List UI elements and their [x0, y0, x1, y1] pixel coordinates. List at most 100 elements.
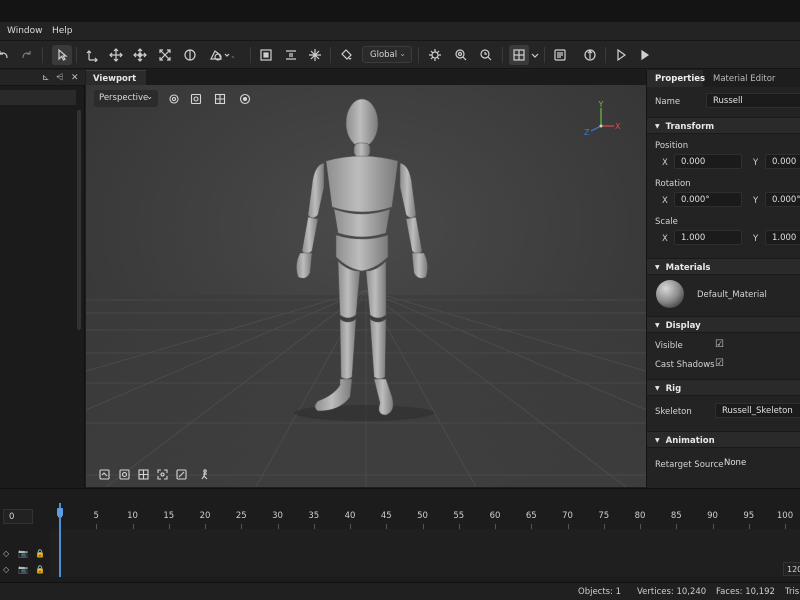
retarget-source-field[interactable]: None [718, 456, 800, 471]
timeline-tick-label: 35 [308, 511, 320, 521]
timeline-tick-label: 70 [562, 511, 573, 521]
move-icon[interactable] [106, 45, 126, 65]
menubar: Window Help [0, 22, 800, 41]
notes-icon[interactable] [550, 45, 570, 65]
name-field[interactable]: Russell [706, 93, 800, 108]
snap-grid-icon[interactable] [305, 45, 325, 65]
scale-label: Scale [655, 217, 678, 227]
collapse-arrow-icon: ▼ [655, 322, 660, 329]
pivot-move-icon[interactable] [82, 45, 102, 65]
viewport-bottom-camera-icon[interactable] [117, 467, 131, 481]
play-outline-icon[interactable] [611, 45, 631, 65]
sort-icon[interactable]: ⊾ [42, 73, 50, 83]
outliner-search-input[interactable] [0, 90, 76, 105]
camera-frame-icon[interactable] [188, 91, 204, 107]
move-alt-icon[interactable] [130, 45, 150, 65]
distribute-icon[interactable] [281, 45, 301, 65]
shape-dropdown-icon[interactable] [207, 45, 237, 65]
playhead-handle[interactable] [57, 508, 63, 516]
scale-y-field[interactable]: 1.000 [765, 230, 800, 245]
material-name[interactable]: Default_Material [697, 290, 767, 300]
tab-viewport[interactable]: Viewport [86, 70, 146, 85]
outliner-scrollbar[interactable] [77, 110, 81, 330]
rotation-x-field[interactable]: 0.000° [674, 192, 742, 207]
timeline-tick-label: 10 [127, 511, 138, 521]
tab-properties[interactable]: Properties [647, 70, 705, 87]
snap-refresh-icon[interactable] [476, 45, 496, 65]
rotation-y-axis-label: Y [753, 196, 759, 206]
undo-icon[interactable] [0, 45, 14, 65]
scale-x-field[interactable]: 1.000 [674, 230, 742, 245]
transform-space-value: Global [370, 50, 398, 60]
name-label: Name [655, 97, 681, 107]
layout-dropdown-icon[interactable] [530, 45, 540, 65]
redo-icon[interactable] [16, 45, 36, 65]
section-transform[interactable]: ▼ Transform [647, 117, 800, 134]
rotation-y-field[interactable]: 0.000° [765, 192, 800, 207]
visible-checkbox[interactable]: ☑ [715, 339, 724, 350]
rig-title: Rig [665, 384, 682, 394]
section-materials[interactable]: ▼ Materials [647, 258, 800, 275]
camera-icon[interactable]: 📷 [18, 565, 28, 574]
snap-target-icon[interactable] [451, 45, 471, 65]
render-region-icon[interactable] [256, 45, 276, 65]
position-label: Position [655, 141, 689, 151]
viewport-bottom-layout-icon[interactable] [97, 467, 111, 481]
scale-x-axis-label: X [662, 234, 668, 244]
rotate-icon[interactable] [180, 45, 200, 65]
viewport-bottom-fit-icon[interactable] [155, 467, 169, 481]
tris-count: Tris: [785, 587, 800, 597]
layout-icon[interactable] [509, 45, 529, 65]
section-animation[interactable]: ▼ Animation [647, 431, 800, 448]
menu-help[interactable]: Help [52, 26, 73, 36]
filter-icon[interactable]: ⩤ [56, 73, 63, 83]
position-x-axis-label: X [662, 158, 668, 168]
title-strip [0, 0, 800, 22]
viewport-tab-bar: Viewport [86, 70, 646, 85]
select-cursor-icon[interactable] [52, 45, 72, 65]
keyframe-icon[interactable]: ◇ [3, 565, 9, 574]
cast-shadows-checkbox[interactable]: ☑ [715, 358, 724, 369]
tab-material-editor[interactable]: Material Editor [705, 70, 795, 87]
paint-bucket-icon[interactable] [336, 45, 356, 65]
play-icon[interactable] [635, 45, 655, 65]
section-rig[interactable]: ▼ Rig [647, 379, 800, 396]
position-y-axis-label: Y [753, 158, 759, 168]
camera-mode-select[interactable]: Perspective ⌄ [94, 90, 158, 107]
grid-toggle-icon[interactable] [212, 91, 228, 107]
scale-icon[interactable] [155, 45, 175, 65]
position-x-field[interactable]: 0.000 [674, 154, 742, 169]
track-row: ◇ 📷 🔒 [0, 546, 50, 562]
3d-viewport[interactable]: Perspective ⌄ Y X Z [86, 85, 646, 487]
menu-window[interactable]: Window [7, 26, 43, 36]
position-y-field[interactable]: 0.000 [765, 154, 800, 169]
view-settings-icon[interactable] [166, 91, 182, 107]
keyframe-icon[interactable]: ◇ [3, 549, 9, 558]
snap-settings-icon[interactable] [425, 45, 445, 65]
lighting-icon[interactable] [237, 91, 253, 107]
scale-y-axis-label: Y [753, 234, 759, 244]
animation-title: Animation [665, 436, 715, 446]
properties-tab-bar: Properties Material Editor [647, 70, 800, 87]
timeline-ruler[interactable]: 0510152025303540455055606570758085909510… [50, 503, 800, 529]
viewport-bottom-grid-icon[interactable] [136, 467, 150, 481]
timeline-tick-label: 90 [707, 511, 718, 521]
viewport-bottom-pose-icon[interactable] [197, 467, 211, 481]
section-display[interactable]: ▼ Display [647, 316, 800, 333]
timeline-track-area[interactable] [50, 529, 800, 577]
compass-icon[interactable] [580, 45, 600, 65]
end-frame-field[interactable]: 120 [783, 562, 800, 576]
material-preview-sphere[interactable] [656, 280, 684, 308]
timeline-tick-label: 80 [634, 511, 646, 521]
viewport-bottom-edit-icon[interactable] [174, 467, 188, 481]
transform-space-select[interactable]: Global ⌄ [362, 46, 412, 63]
camera-icon[interactable]: 📷 [18, 549, 28, 558]
lock-icon[interactable]: 🔒 [35, 549, 45, 558]
retarget-source-label: Retarget Source [655, 460, 724, 470]
lock-icon[interactable]: 🔒 [35, 565, 45, 574]
current-frame-field[interactable]: 0 [3, 509, 33, 524]
toolbar-separator [42, 47, 43, 63]
skeleton-field[interactable]: Russell_Skeleton [715, 403, 800, 418]
axis-gizmo[interactable]: Y X Z [581, 100, 621, 140]
close-icon[interactable]: ✕ [71, 73, 79, 83]
